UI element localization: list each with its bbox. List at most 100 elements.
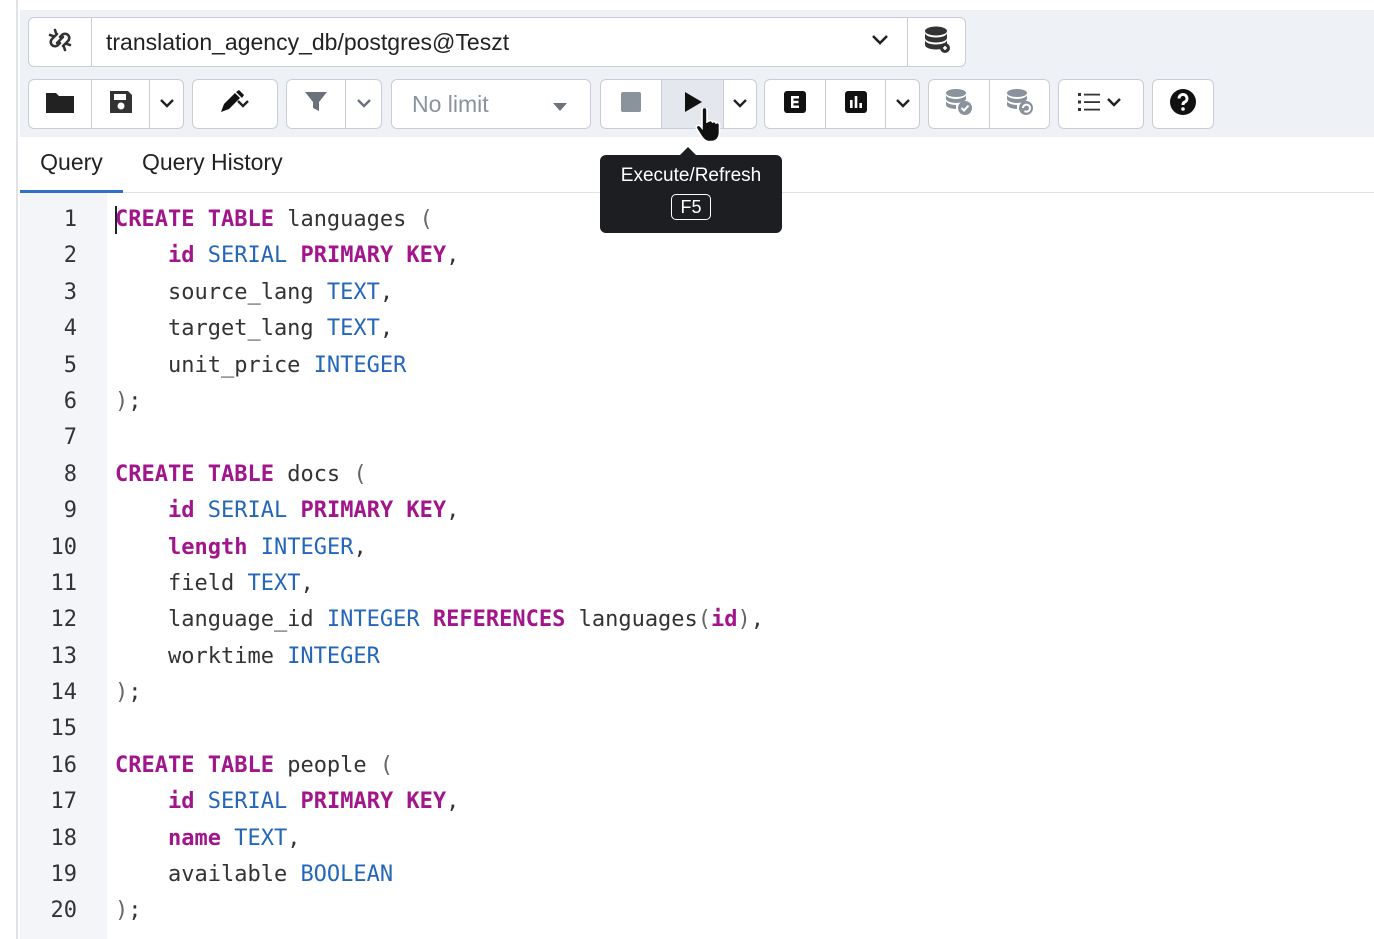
line-number: 16 bbox=[50, 752, 78, 778]
hand-pointer-icon bbox=[693, 106, 725, 149]
code-line[interactable]: 19 available BOOLEAN bbox=[20, 857, 1374, 893]
help-button[interactable] bbox=[1153, 80, 1213, 128]
code-token: field bbox=[115, 570, 248, 596]
line-number: 7 bbox=[63, 425, 77, 451]
code-text: field TEXT, bbox=[115, 566, 314, 602]
chevron-down-icon bbox=[895, 95, 911, 113]
line-number: 4 bbox=[63, 316, 77, 342]
code-token: TEXT bbox=[326, 279, 380, 305]
code-text: id SERIAL PRIMARY KEY, bbox=[115, 784, 459, 820]
code-token: ; bbox=[128, 898, 142, 924]
caret-down-icon bbox=[552, 91, 568, 118]
macros-button-group bbox=[1058, 79, 1144, 129]
edit-menu-button[interactable] bbox=[193, 80, 277, 128]
code-token: PRIMARY KEY bbox=[300, 243, 447, 269]
code-token: SERIAL bbox=[207, 498, 288, 524]
code-line[interactable]: 9 id SERIAL PRIMARY KEY, bbox=[20, 493, 1374, 529]
code-token: unit_price bbox=[115, 352, 314, 378]
code-token: , bbox=[446, 243, 460, 269]
code-line[interactable]: 18 name TEXT, bbox=[20, 821, 1374, 857]
save-file-button[interactable] bbox=[91, 80, 149, 128]
code-line[interactable]: 2 id SERIAL PRIMARY KEY, bbox=[20, 238, 1374, 274]
code-text: ); bbox=[115, 384, 142, 420]
filter-options-dropdown[interactable] bbox=[345, 80, 381, 128]
rollback-button[interactable] bbox=[989, 80, 1049, 128]
code-token: SERIAL bbox=[207, 243, 288, 269]
code-line[interactable]: 17 id SERIAL PRIMARY KEY, bbox=[20, 784, 1374, 820]
open-file-button[interactable] bbox=[29, 80, 91, 128]
explain-button[interactable] bbox=[765, 80, 825, 128]
row-limit-select[interactable]: No limit bbox=[391, 79, 591, 129]
line-number: 6 bbox=[63, 388, 77, 414]
explain-analyze-icon bbox=[844, 90, 868, 119]
execute-options-dropdown[interactable] bbox=[723, 80, 756, 128]
transaction-button-group bbox=[928, 79, 1050, 129]
code-line[interactable]: 3 source_lang TEXT, bbox=[20, 275, 1374, 311]
code-text: length INTEGER, bbox=[115, 530, 367, 566]
line-number: 5 bbox=[63, 352, 77, 378]
commit-button[interactable] bbox=[929, 80, 989, 128]
code-line[interactable]: 16 CREATE TABLE people ( bbox=[20, 748, 1374, 784]
new-connection-button[interactable] bbox=[907, 18, 966, 66]
code-text: name TEXT, bbox=[115, 821, 300, 857]
help-icon bbox=[1169, 88, 1197, 121]
connection-dropdown-button[interactable] bbox=[855, 18, 905, 66]
code-line[interactable]: 13 worktime INTEGER bbox=[20, 639, 1374, 675]
help-button-group bbox=[1152, 79, 1214, 129]
code-line[interactable]: 10 length INTEGER, bbox=[20, 530, 1374, 566]
file-button-group bbox=[28, 79, 184, 129]
code-token: ) bbox=[115, 680, 129, 706]
code-line[interactable]: 20); bbox=[20, 893, 1374, 929]
code-token: people bbox=[273, 752, 380, 778]
connection-status-button[interactable] bbox=[29, 18, 92, 66]
code-token: languages bbox=[273, 207, 420, 232]
explain-options-dropdown[interactable] bbox=[885, 80, 919, 128]
chevron-down-icon bbox=[159, 95, 175, 113]
code-text: id SERIAL PRIMARY KEY, bbox=[115, 238, 459, 274]
line-number: 19 bbox=[50, 862, 78, 888]
code-token: , bbox=[287, 825, 301, 851]
code-line[interactable]: 15 bbox=[20, 711, 1374, 747]
code-text: ); bbox=[115, 893, 142, 929]
filter-button[interactable] bbox=[287, 80, 345, 128]
code-token: name bbox=[167, 825, 221, 851]
code-line[interactable]: 11 field TEXT, bbox=[20, 566, 1374, 602]
save-options-dropdown[interactable] bbox=[149, 80, 183, 128]
macros-button[interactable] bbox=[1059, 80, 1143, 128]
code-line[interactable]: 14); bbox=[20, 675, 1374, 711]
connection-selector[interactable]: translation_agency_db/postgres@Teszt bbox=[28, 17, 966, 67]
code-line[interactable]: 12 language_id INTEGER REFERENCES langua… bbox=[20, 602, 1374, 638]
code-token: , bbox=[379, 279, 394, 305]
code-token: worktime bbox=[115, 643, 288, 669]
pen-icon bbox=[218, 89, 252, 120]
code-token: ; bbox=[128, 680, 142, 706]
code-line[interactable]: 7 bbox=[20, 420, 1374, 456]
tab-query-history[interactable]: Query History bbox=[142, 138, 283, 190]
code-line[interactable]: 4 target_lang TEXT, bbox=[20, 311, 1374, 347]
code-token: , bbox=[353, 534, 367, 560]
stop-button[interactable] bbox=[601, 80, 661, 128]
code-line[interactable]: 6); bbox=[20, 384, 1374, 420]
connection-title: translation_agency_db/postgres@Teszt bbox=[106, 29, 510, 55]
code-text: CREATE TABLE languages ( bbox=[115, 202, 433, 238]
line-number: 8 bbox=[63, 461, 77, 487]
commit-icon bbox=[944, 88, 974, 121]
code-token: SERIAL bbox=[207, 789, 288, 815]
code-lines: 1 CREATE TABLE languages (2 id SERIAL PRI… bbox=[20, 202, 1374, 930]
code-line[interactable]: 8 CREATE TABLE docs ( bbox=[20, 457, 1374, 493]
explain-analyze-button[interactable] bbox=[825, 80, 885, 128]
filter-icon bbox=[303, 89, 329, 120]
execute-button-group bbox=[600, 79, 757, 129]
code-line[interactable]: 5 unit_price INTEGER bbox=[20, 348, 1374, 384]
tab-query[interactable]: Query bbox=[20, 138, 123, 194]
code-token: INTEGER bbox=[313, 352, 407, 378]
sql-editor[interactable]: 1 CREATE TABLE languages (2 id SERIAL PRI… bbox=[20, 193, 1374, 939]
